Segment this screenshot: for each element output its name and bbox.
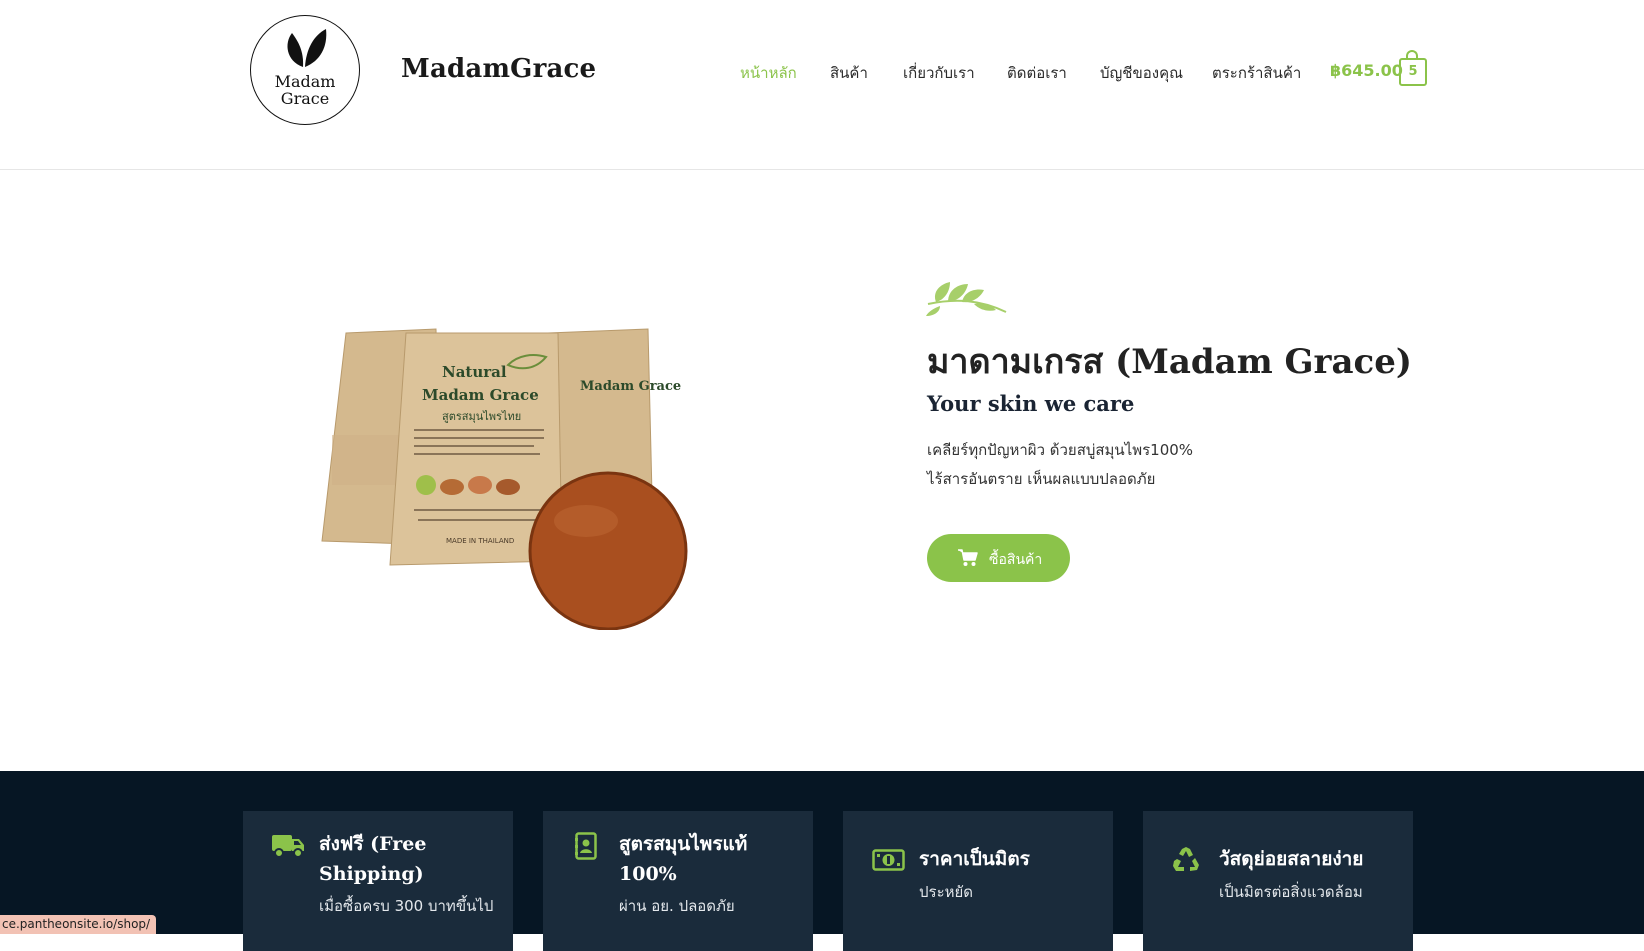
hero-title: มาดามเกรส (Madam Grace) [927, 342, 1412, 382]
site-header: Madam Grace MadamGrace หน้าหลัก สินค้า เ… [0, 0, 1644, 170]
nav-item-contact[interactable]: ติดต่อเรา [1007, 61, 1067, 85]
feature-card-recycle: วัสดุย่อยสลายง่าย เป็นมิตรต่อสิ่งแวดล้อม [1143, 811, 1413, 951]
pack-right-label: Madam Grace [580, 379, 681, 394]
feature-title-herbal-line1: สูตรสมุนไพรแท้ [619, 833, 748, 855]
product-image: Madam Grace Natural Madam Grace สูตรสมุน… [321, 328, 688, 630]
leaf-logo-icon [287, 29, 327, 67]
features-band: ส่งฟรี (Free Shipping) เมื่อซื้อครบ 300 … [0, 771, 1644, 951]
shopping-cart-icon [958, 549, 978, 566]
feature-card-shipping: ส่งฟรี (Free Shipping) เมื่อซื้อครบ 300 … [243, 811, 513, 951]
status-bar-url: ce.pantheonsite.io/shop/ [0, 915, 157, 934]
feature-desc-herbal: ผ่าน อย. ปลอดภัย [619, 897, 735, 915]
hero-subtitle: Your skin we care [927, 391, 1135, 416]
pack-made-in-label: MADE IN THAILAND [446, 537, 514, 545]
truck-icon [272, 835, 304, 858]
feature-title-herbal-line2: 100% [619, 863, 677, 885]
feature-title-price: ราคาเป็นมิตร [919, 848, 1030, 870]
cart-count-badge[interactable]: 5 [1399, 58, 1427, 86]
nav-item-cart[interactable]: ตระกร้าสินค้า [1212, 61, 1301, 85]
olive-branch-icon [926, 282, 1007, 316]
contact-book-icon [575, 832, 597, 860]
feature-title-shipping-line1: ส่งฟรี (Free [319, 833, 427, 855]
money-bill-icon [872, 849, 905, 871]
hero-description-line1: เคลียร์ทุกปัญหาผิว ด้วยสบู่สมุนไพร100% [927, 441, 1194, 459]
feature-desc-shipping: เมื่อซื้อครบ 300 บาทขึ้นไป [319, 897, 494, 915]
buy-now-button[interactable]: ซื้อสินค้า [927, 534, 1070, 582]
pack-natural-label: Natural [442, 363, 507, 381]
hero-description-line2: ไร้สารอันตราย เห็นผลแบบปลอดภัย [927, 470, 1156, 488]
pack-brand-label: Madam Grace [422, 386, 539, 404]
feature-desc-price: ประหยัด [919, 883, 974, 901]
nav-item-home[interactable]: หน้าหลัก [740, 61, 797, 85]
site-logo[interactable]: Madam Grace [250, 15, 360, 125]
nav-item-products[interactable]: สินค้า [830, 61, 868, 85]
logo-text-line1: Madam [274, 72, 336, 91]
soap-bar [528, 471, 688, 630]
feature-card-price: ราคาเป็นมิตร ประหยัด [843, 811, 1113, 951]
logo-text-line2: Grace [280, 89, 330, 108]
feature-title-recycle: วัสดุย่อยสลายง่าย [1219, 848, 1364, 870]
feature-desc-recycle: เป็นมิตรต่อสิ่งแวดล้อม [1219, 883, 1363, 901]
buy-now-label: ซื้อสินค้า [989, 552, 1043, 568]
feature-title-shipping-line2: Shipping) [319, 863, 424, 885]
nav-item-account[interactable]: บัญชีของคุณ [1100, 61, 1183, 85]
nav-item-about[interactable]: เกี่ยวกับเรา [903, 61, 975, 85]
cart-total[interactable]: ฿645.00 [1330, 61, 1403, 80]
pack-thai-label: สูตรสมุนไพรไทย [442, 410, 521, 423]
feature-card-herbal: สูตรสมุนไพรแท้ 100% ผ่าน อย. ปลอดภัย [543, 811, 813, 951]
site-title[interactable]: MadamGrace [401, 54, 596, 84]
recycle-icon [1173, 847, 1199, 871]
